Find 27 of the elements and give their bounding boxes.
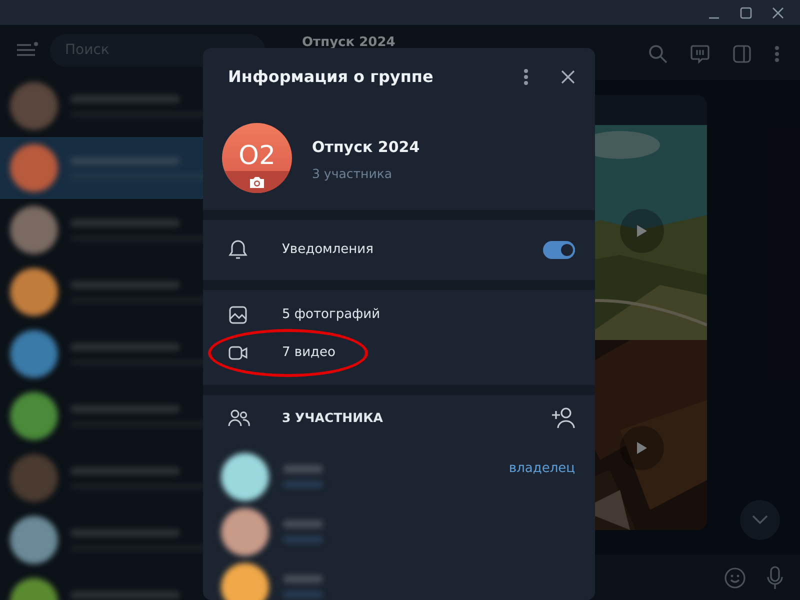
member-row[interactable]: владелец xyxy=(203,449,595,504)
chat-title: Отпуск 2024 xyxy=(302,34,396,52)
members-heading: 3 УЧАСТНИКА xyxy=(282,408,383,427)
play-icon xyxy=(636,224,648,238)
avatar-initials: О2 xyxy=(238,140,276,172)
role-label: владелец xyxy=(508,460,575,478)
maximize-icon[interactable] xyxy=(740,6,752,18)
member-count: 3 участника xyxy=(312,164,394,183)
video-camera-icon xyxy=(228,345,248,361)
sidebar-toggle-icon[interactable] xyxy=(732,44,752,64)
close-icon[interactable] xyxy=(772,6,784,18)
notifications-label: Уведомления xyxy=(282,241,374,260)
more-icon[interactable] xyxy=(523,68,529,86)
chevron-down-icon xyxy=(752,515,768,525)
group-name: Отпуск 2024 xyxy=(312,137,420,158)
close-icon[interactable] xyxy=(561,70,575,84)
dialog-title: Информация о группе xyxy=(228,66,434,88)
media-row[interactable]: 5 фотографий xyxy=(203,296,595,334)
camera-icon xyxy=(249,176,265,188)
add-member-icon[interactable] xyxy=(551,407,575,429)
bell-icon xyxy=(228,239,248,261)
notifications-row[interactable]: Уведомления xyxy=(203,220,595,280)
notifications-toggle[interactable] xyxy=(543,241,575,259)
image-icon xyxy=(228,305,248,325)
media-row[interactable]: 7 видео xyxy=(203,334,595,372)
play-icon xyxy=(636,441,648,455)
people-icon xyxy=(228,409,250,427)
